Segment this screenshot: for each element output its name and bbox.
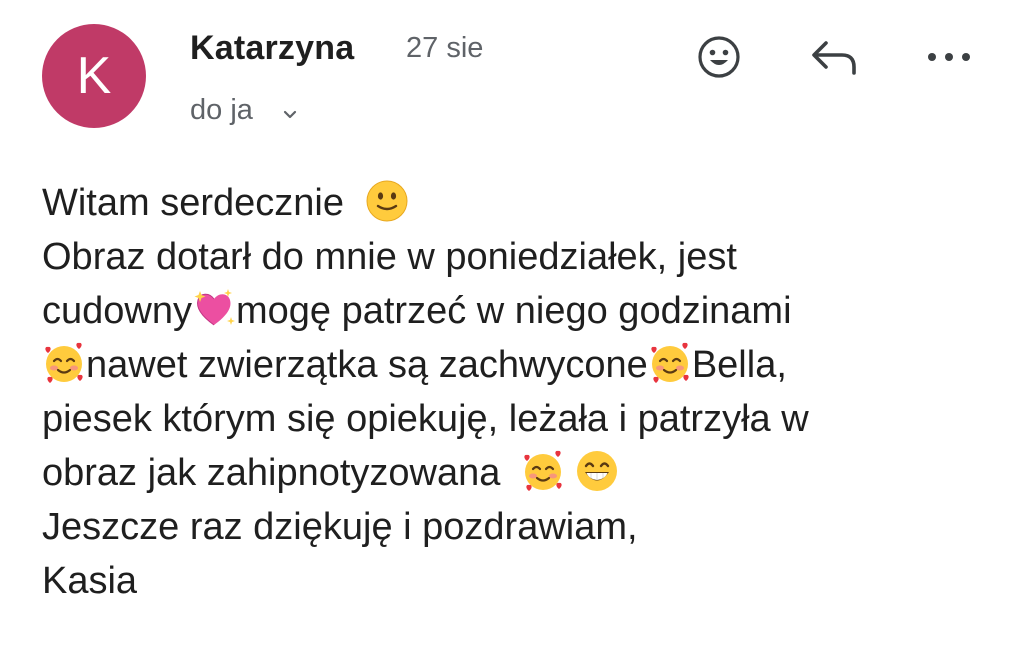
body-line: Kasia [42,554,1002,608]
body-line: nawet zwierzątka są zachwycone Bella, [42,338,1002,392]
smiling-face-with-hearts-icon [521,449,565,493]
message-body: Witam serdecznie Obraz dotarł do mnie w … [42,176,1002,608]
body-line: Jeszcze raz dziękuję i pozdrawiam, [42,500,1002,554]
slightly-smiling-face-icon [365,179,409,223]
chevron-down-icon [279,99,301,121]
more-horizontal-icon [922,47,976,67]
avatar-letter: K [76,47,112,105]
grinning-face-icon [575,449,619,493]
body-text: nawet zwierzątka są zachwycone [86,344,648,386]
body-line: cudowny mogę patrzeć w niego godzinami [42,284,1002,338]
more-options-button[interactable] [922,30,976,84]
body-line: Witam serdecznie [42,176,1002,230]
body-text: Jeszcze raz dziękuję i pozdrawiam, [42,506,638,548]
body-text: piesek którym się opiekuję, leżała i pat… [42,398,809,440]
body-line: obraz jak zahipnotyzowana [42,446,1002,500]
signature-text: Kasia [42,560,138,602]
smiling-face-with-hearts-icon [648,341,692,385]
avatar[interactable]: K [42,24,146,128]
body-text: Witam serdecznie [42,182,344,224]
recipient-label: do ja [190,94,253,126]
email-message-view: K Katarzyna 27 sie do ja Witam serdeczni… [0,0,1024,664]
body-text: Bella, [691,344,787,386]
body-text: cudowny [42,290,192,332]
body-text: mogę patrzeć w niego godzinami [235,290,792,332]
message-date: 27 sie [406,32,484,64]
recipient-details-toggle[interactable]: do ja [190,90,301,130]
reply-button[interactable] [808,30,862,84]
body-text: Obraz dotarł do mnie w poniedziałek, jes… [42,236,737,278]
smiley-reaction-icon [695,33,743,81]
body-text: obraz jak zahipnotyzowana [42,452,501,494]
sparkling-heart-icon [192,287,236,331]
smiling-face-with-hearts-icon [42,341,86,385]
add-reaction-button[interactable] [692,30,746,84]
sender-name[interactable]: Katarzyna [190,28,354,68]
body-line: Obraz dotarł do mnie w poniedziałek, jes… [42,230,1002,284]
reply-arrow-icon [808,33,862,81]
body-line: piesek którym się opiekuję, leżała i pat… [42,392,1002,446]
